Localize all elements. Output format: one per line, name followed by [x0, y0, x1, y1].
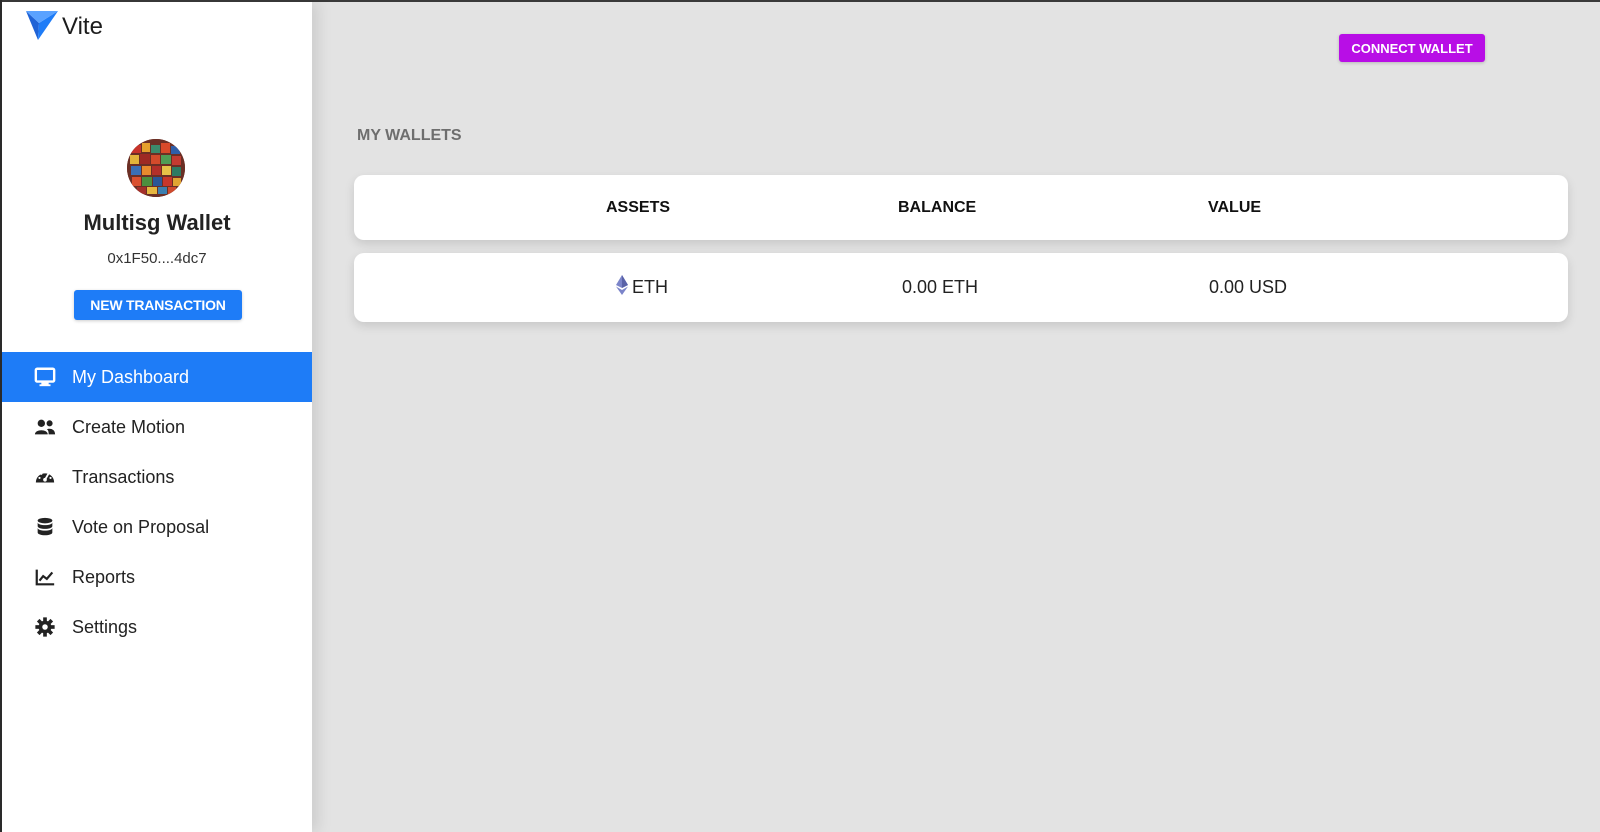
- ethereum-icon: [616, 274, 628, 295]
- sidebar-item-settings[interactable]: Settings: [2, 602, 312, 652]
- new-transaction-button[interactable]: NEW TRANSACTION: [74, 290, 242, 320]
- wallet-address: 0x1F50....4dc7: [107, 250, 207, 267]
- avatar: [127, 139, 185, 197]
- wallet-table-header: ASSETS BALANCE VALUE: [354, 175, 1568, 240]
- sidebar-item-label: Settings: [72, 616, 138, 637]
- table-row[interactable]: ETH 0.00 ETH 0.00 USD: [354, 253, 1568, 322]
- sidebar-item-label: Create Motion: [72, 416, 186, 437]
- sidebar-item-vote-on-proposal[interactable]: Vote on Proposal: [2, 502, 312, 552]
- column-header-assets: ASSETS: [606, 198, 671, 216]
- users-icon: [34, 416, 56, 438]
- wallet-name: Multisg Wallet: [83, 210, 231, 235]
- app-name: Vite: [62, 13, 103, 40]
- sidebar-item-my-dashboard[interactable]: My Dashboard: [2, 352, 312, 402]
- vite-logo-icon: [26, 11, 58, 40]
- line-chart-icon: [34, 566, 56, 588]
- sidebar-item-label: Reports: [72, 566, 136, 587]
- sidebar-item-label: Vote on Proposal: [72, 516, 210, 537]
- section-title: MY WALLETS: [357, 127, 462, 144]
- sidebar-item-create-motion[interactable]: Create Motion: [2, 402, 312, 452]
- gauge-icon: [34, 466, 56, 488]
- connect-wallet-button[interactable]: CONNECT WALLET: [1339, 34, 1485, 62]
- asset-cell: ETH: [616, 253, 668, 322]
- sidebar-item-label: My Dashboard: [72, 366, 190, 387]
- column-header-balance: BALANCE: [898, 198, 977, 216]
- asset-name: ETH: [632, 277, 668, 297]
- column-header-value: VALUE: [1208, 198, 1262, 216]
- window-left-border: [0, 0, 2, 832]
- balance-cell: 0.00 ETH: [902, 277, 979, 297]
- sidebar-item-transactions[interactable]: Transactions: [2, 452, 312, 502]
- app-logo[interactable]: Vite: [24, 8, 103, 44]
- database-icon: [34, 516, 56, 538]
- monitor-icon: [34, 366, 56, 388]
- sidebar: Vite Multisg Wallet 0x1F50....4dc7 NEW T…: [2, 2, 312, 832]
- value-cell: 0.00 USD: [1209, 277, 1288, 297]
- sidebar-nav: My Dashboard Create Motion Transactions …: [2, 352, 312, 652]
- sidebar-item-reports[interactable]: Reports: [2, 552, 312, 602]
- sidebar-item-label: Transactions: [72, 466, 175, 487]
- gear-icon: [34, 616, 56, 638]
